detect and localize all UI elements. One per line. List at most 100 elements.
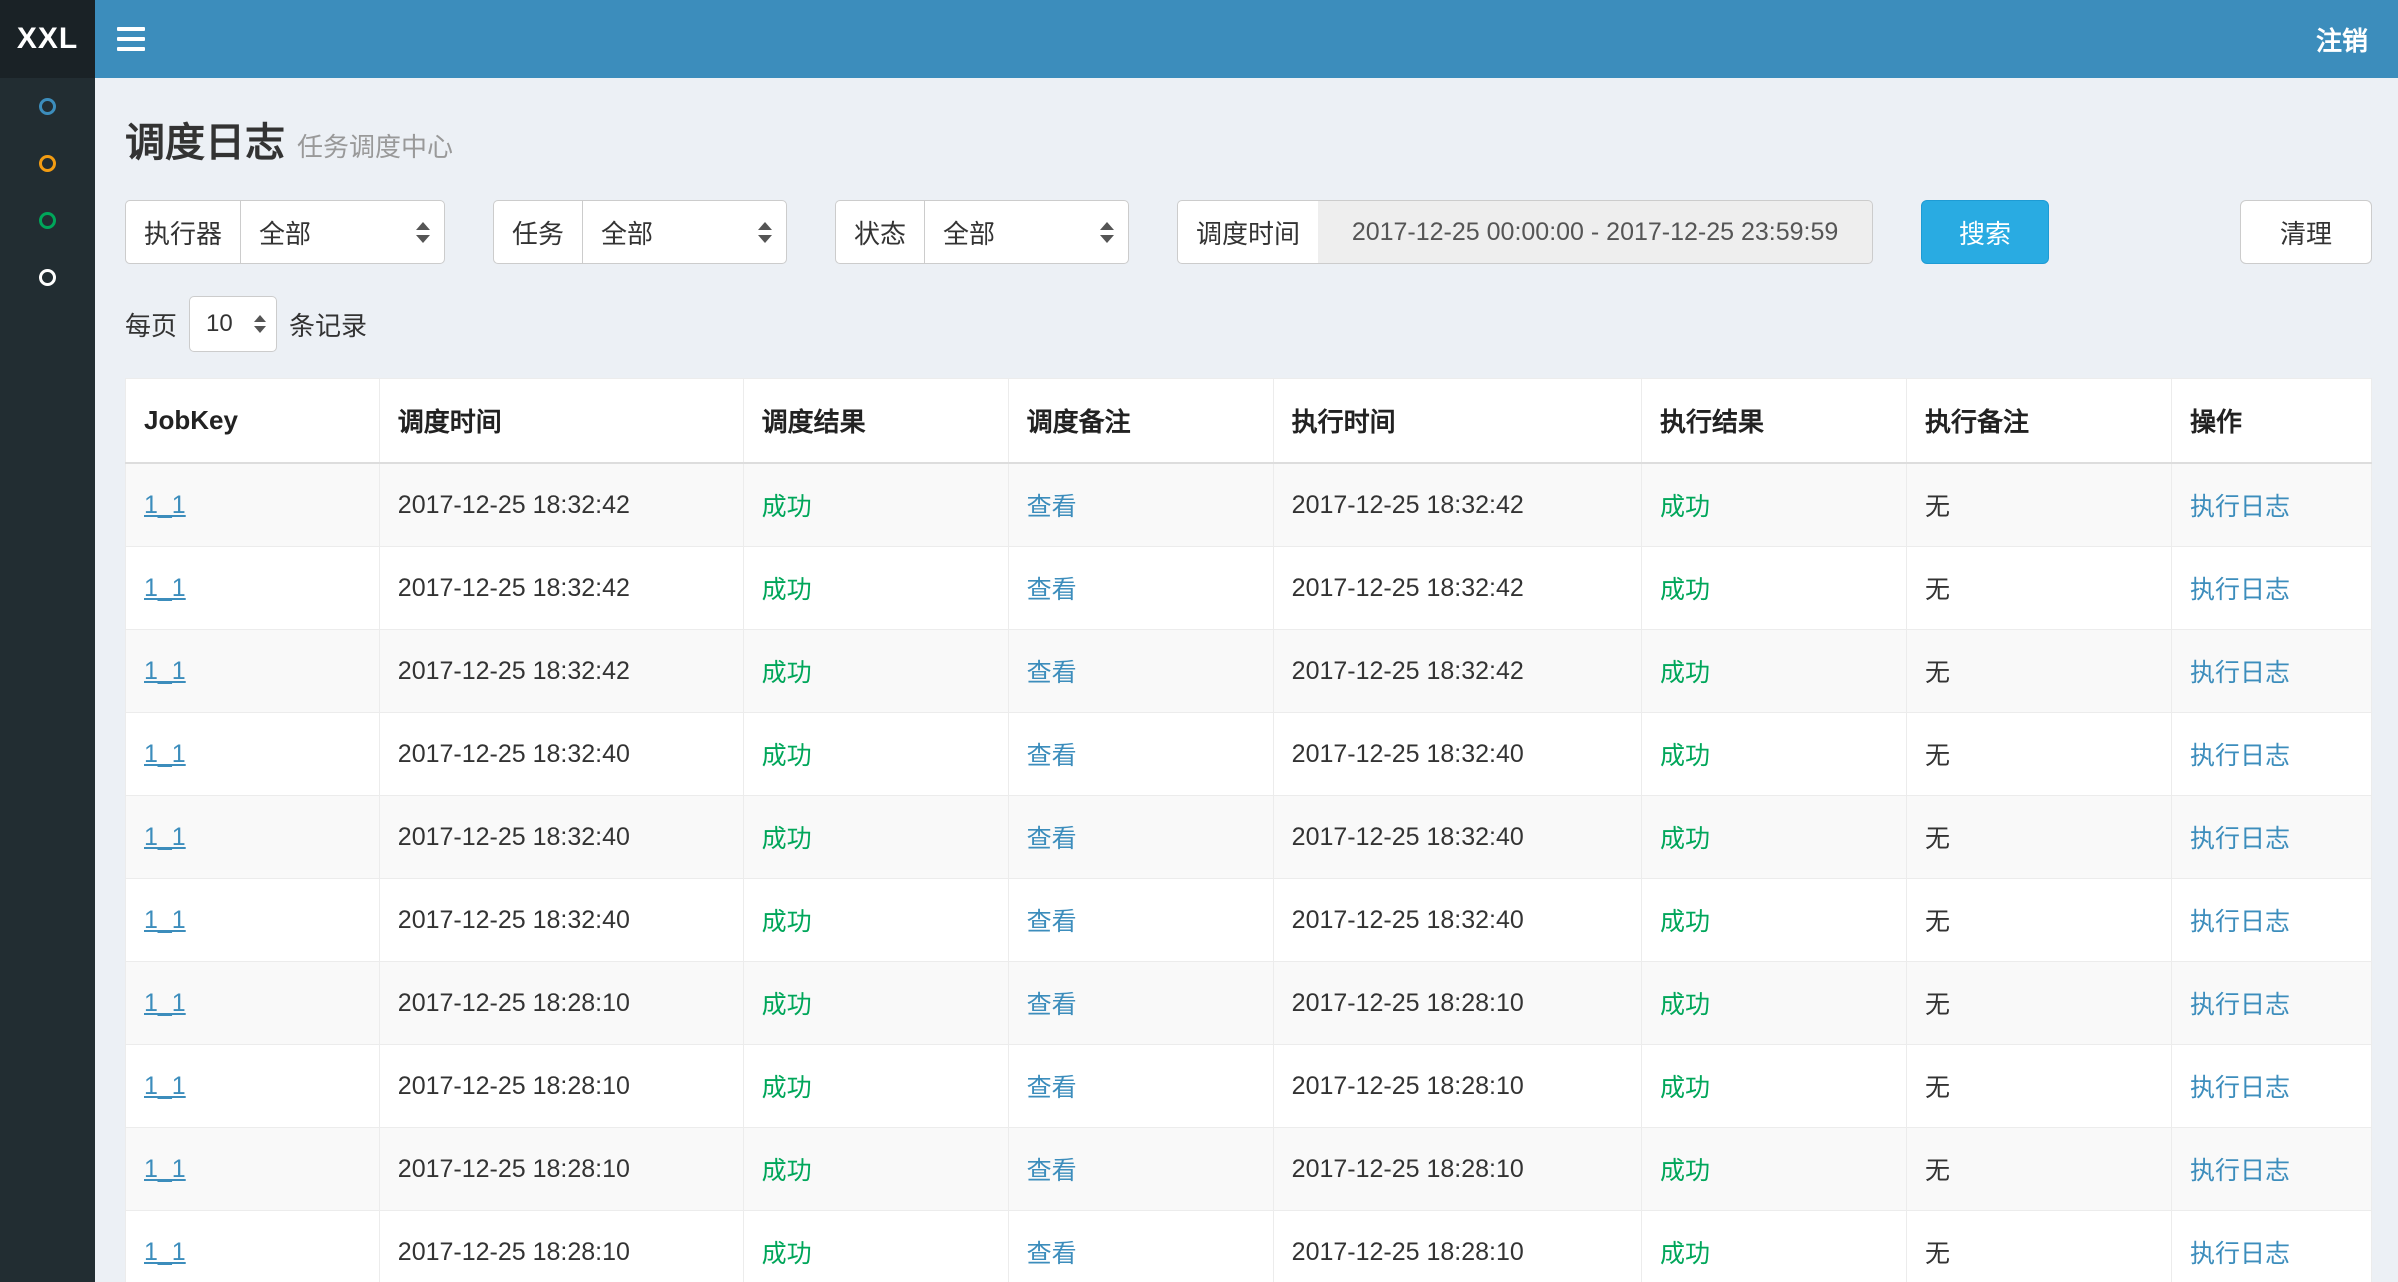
sched-remark-link[interactable]: 查看 <box>1027 1074 1077 1102</box>
page-size-select[interactable]: 10 <box>189 296 277 352</box>
table-cell: 2017-12-25 18:32:40 <box>1273 879 1641 962</box>
search-button[interactable]: 搜索 <box>1921 200 2049 264</box>
select-arrows-icon <box>416 222 430 243</box>
jobkey-link[interactable]: 1_1 <box>144 574 186 602</box>
table-cell: 成功 <box>743 630 1008 713</box>
exec-remark: 无 <box>1925 908 1950 936</box>
sched-result: 成功 <box>762 908 812 936</box>
page-size-row: 每页 10 条记录 <box>125 296 2372 352</box>
table-cell: 成功 <box>1642 713 1907 796</box>
table-cell: 2017-12-25 18:28:10 <box>379 1211 743 1282</box>
sched-remark-link[interactable]: 查看 <box>1027 742 1077 770</box>
exec-remark: 无 <box>1925 1157 1950 1185</box>
sched-remark-link[interactable]: 查看 <box>1027 991 1077 1019</box>
table-cell: 成功 <box>743 879 1008 962</box>
page-size-value: 10 <box>206 310 248 338</box>
app-logo[interactable]: XXL <box>0 0 95 78</box>
sched-time: 2017-12-25 18:28:10 <box>398 1238 630 1266</box>
exec-time: 2017-12-25 18:32:42 <box>1292 657 1524 685</box>
jobkey-link[interactable]: 1_1 <box>144 1155 186 1183</box>
time-range-input[interactable]: 2017-12-25 00:00:00 - 2017-12-25 23:59:5… <box>1318 200 1873 264</box>
table-cell: 执行日志 <box>2172 547 2372 630</box>
exec-result: 成功 <box>1660 1240 1710 1268</box>
sched-remark-link[interactable]: 查看 <box>1027 1157 1077 1185</box>
sidebar-item-4[interactable] <box>0 249 95 306</box>
exec-time: 2017-12-25 18:28:10 <box>1292 1155 1524 1183</box>
table-cell: 成功 <box>1642 1128 1907 1211</box>
exec-log-link[interactable]: 执行日志 <box>2190 742 2290 770</box>
log-table-body: 1_12017-12-25 18:32:42成功查看2017-12-25 18:… <box>126 463 2372 1282</box>
sched-result: 成功 <box>762 1157 812 1185</box>
jobkey-link[interactable]: 1_1 <box>144 1238 186 1266</box>
table-cell: 执行日志 <box>2172 1211 2372 1282</box>
exec-log-link[interactable]: 执行日志 <box>2190 991 2290 1019</box>
main-content: 调度日志任务调度中心 执行器 全部 任务 全部 状态 全部 调度时间 <box>95 0 2398 1282</box>
table-cell: 成功 <box>743 1211 1008 1282</box>
exec-log-link[interactable]: 执行日志 <box>2190 825 2290 853</box>
jobkey-link[interactable]: 1_1 <box>144 1072 186 1100</box>
table-cell: 成功 <box>743 1128 1008 1211</box>
exec-log-link[interactable]: 执行日志 <box>2190 1240 2290 1268</box>
table-cell: 查看 <box>1008 713 1273 796</box>
table-cell: 无 <box>1907 796 2172 879</box>
clear-button[interactable]: 清理 <box>2240 200 2372 264</box>
table-cell: 执行日志 <box>2172 796 2372 879</box>
job-select[interactable]: 全部 <box>582 200 787 264</box>
sched-remark-link[interactable]: 查看 <box>1027 576 1077 604</box>
table-cell: 2017-12-25 18:28:10 <box>1273 962 1641 1045</box>
select-arrows-icon <box>1100 222 1114 243</box>
table-cell: 查看 <box>1008 962 1273 1045</box>
circle-icon <box>39 98 56 115</box>
sched-time: 2017-12-25 18:32:40 <box>398 740 630 768</box>
exec-log-link[interactable]: 执行日志 <box>2190 908 2290 936</box>
sched-remark-link[interactable]: 查看 <box>1027 908 1077 936</box>
sched-remark-link[interactable]: 查看 <box>1027 493 1077 521</box>
column-header: 执行结果 <box>1642 379 1907 464</box>
sidebar-toggle-icon[interactable] <box>95 0 167 78</box>
table-cell: 执行日志 <box>2172 713 2372 796</box>
sidebar-item-2[interactable] <box>0 135 95 192</box>
sched-result: 成功 <box>762 659 812 687</box>
exec-remark: 无 <box>1925 1240 1950 1268</box>
table-header-row: JobKey调度时间调度结果调度备注执行时间执行结果执行备注操作 <box>126 379 2372 464</box>
exec-log-link[interactable]: 执行日志 <box>2190 1157 2290 1185</box>
circle-icon <box>39 269 56 286</box>
jobkey-link[interactable]: 1_1 <box>144 657 186 685</box>
table-cell: 2017-12-25 18:28:10 <box>1273 1045 1641 1128</box>
executor-select[interactable]: 全部 <box>240 200 445 264</box>
sidebar-item-3[interactable] <box>0 192 95 249</box>
sched-remark-link[interactable]: 查看 <box>1027 659 1077 687</box>
exec-log-link[interactable]: 执行日志 <box>2190 1074 2290 1102</box>
table-cell: 成功 <box>1642 1045 1907 1128</box>
executor-label: 执行器 <box>125 200 240 264</box>
table-cell: 查看 <box>1008 1128 1273 1211</box>
exec-log-link[interactable]: 执行日志 <box>2190 576 2290 604</box>
sched-result: 成功 <box>762 493 812 521</box>
jobkey-link[interactable]: 1_1 <box>144 906 186 934</box>
table-cell: 2017-12-25 18:28:10 <box>379 1045 743 1128</box>
exec-remark: 无 <box>1925 991 1950 1019</box>
table-cell: 成功 <box>1642 879 1907 962</box>
sched-remark-link[interactable]: 查看 <box>1027 825 1077 853</box>
exec-log-link[interactable]: 执行日志 <box>2190 493 2290 521</box>
jobkey-link[interactable]: 1_1 <box>144 740 186 768</box>
select-arrows-icon <box>758 222 772 243</box>
jobkey-link[interactable]: 1_1 <box>144 491 186 519</box>
table-cell: 成功 <box>743 713 1008 796</box>
table-cell: 查看 <box>1008 796 1273 879</box>
sched-remark-link[interactable]: 查看 <box>1027 1240 1077 1268</box>
page-size-prefix: 每页 <box>125 306 177 343</box>
jobkey-link[interactable]: 1_1 <box>144 823 186 851</box>
table-cell: 成功 <box>743 796 1008 879</box>
logout-link[interactable]: 注销 <box>2316 21 2368 58</box>
sidebar-item-1[interactable] <box>0 78 95 135</box>
page-title: 调度日志任务调度中心 <box>125 110 2372 168</box>
sched-time: 2017-12-25 18:32:42 <box>398 657 630 685</box>
table-cell: 查看 <box>1008 1211 1273 1282</box>
exec-log-link[interactable]: 执行日志 <box>2190 659 2290 687</box>
status-select[interactable]: 全部 <box>924 200 1129 264</box>
table-cell: 无 <box>1907 1045 2172 1128</box>
status-select-value: 全部 <box>943 214 1090 251</box>
table-row: 1_12017-12-25 18:28:10成功查看2017-12-25 18:… <box>126 962 2372 1045</box>
jobkey-link[interactable]: 1_1 <box>144 989 186 1017</box>
